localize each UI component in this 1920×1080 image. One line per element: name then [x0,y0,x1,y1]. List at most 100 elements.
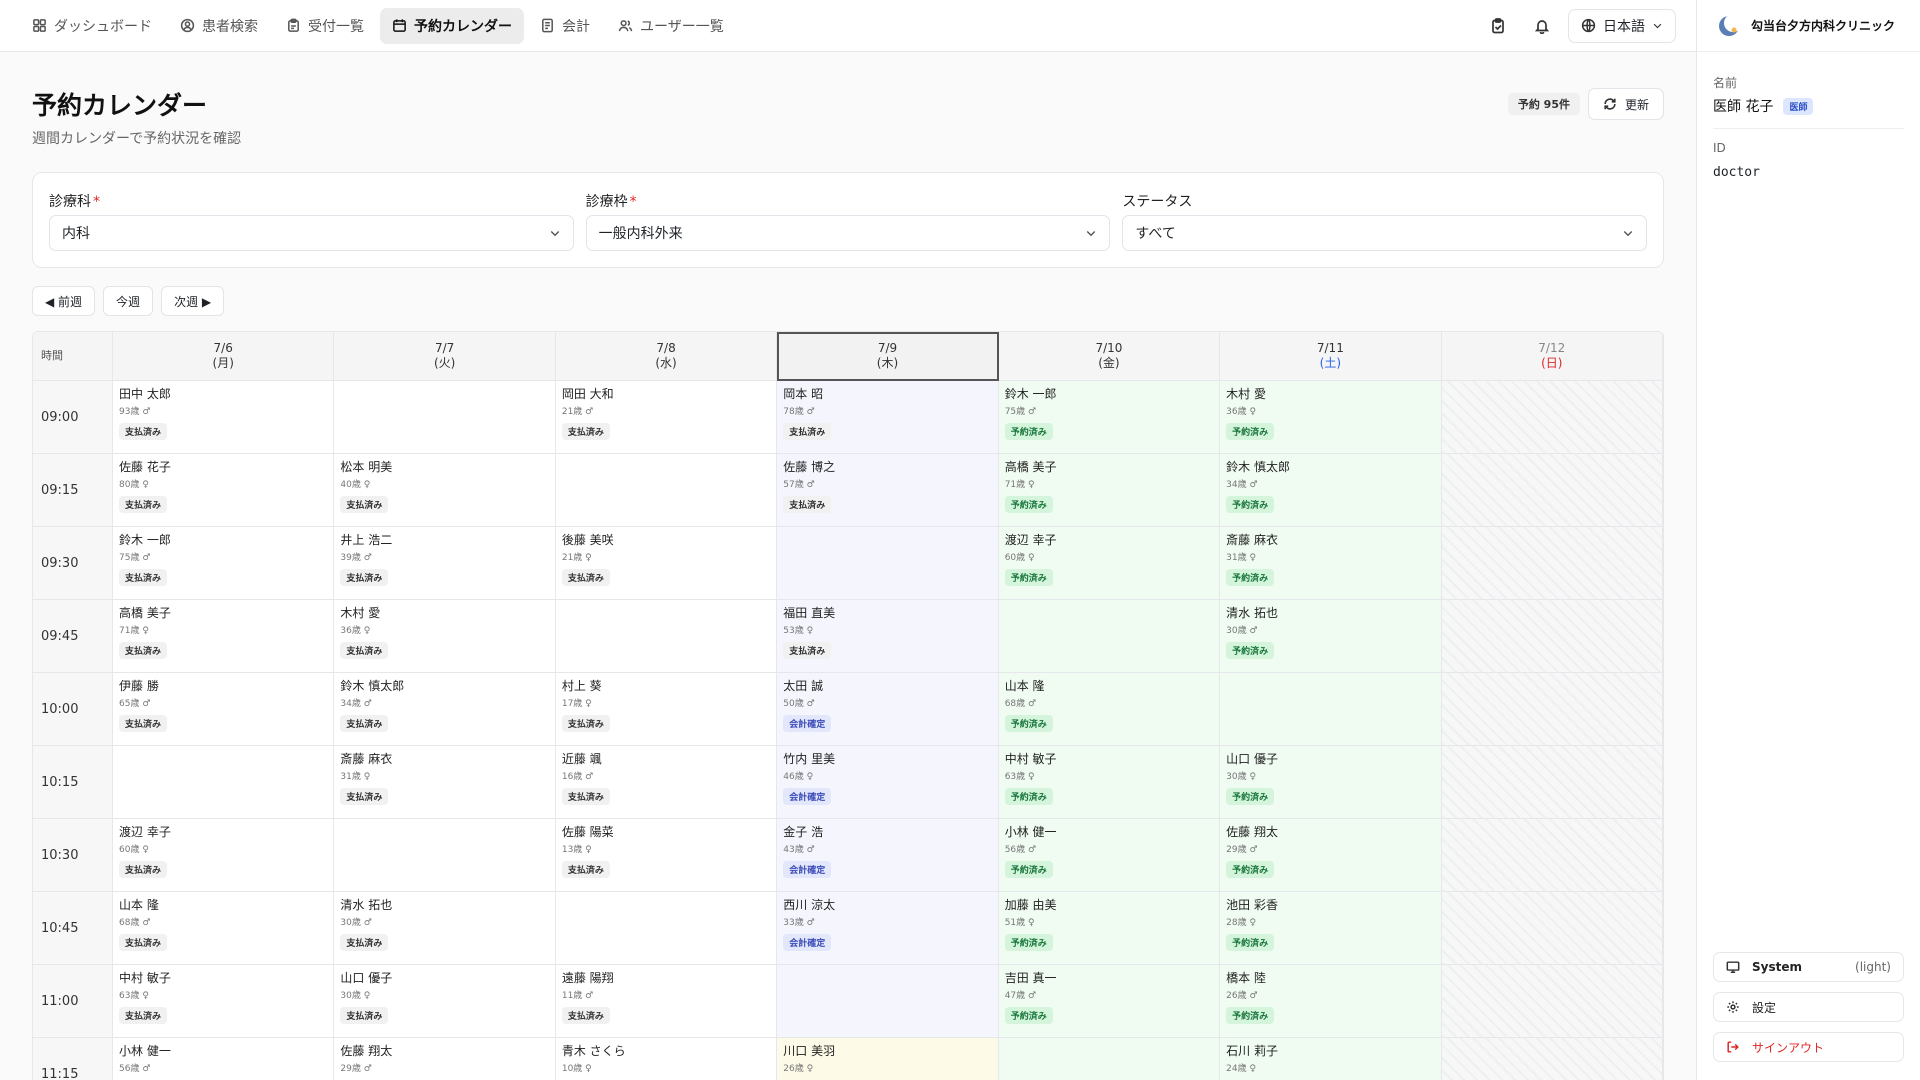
appointment-cell[interactable]: 加藤 由美 51歳 ♀ 予約済み [998,892,1221,965]
language-selector[interactable]: 日本語 [1568,8,1676,43]
appointment-cell[interactable]: 西川 涼太 33歳 ♂ 会計確定 [777,892,999,965]
empty-slot[interactable] [1441,892,1663,965]
tasks-button[interactable] [1480,8,1516,44]
empty-slot[interactable] [555,892,778,965]
appointment-cell[interactable]: 木村 愛 36歳 ♀ 予約済み [1220,381,1442,454]
patient-name: 鈴木 慎太郎 [340,679,405,693]
appointment-cell[interactable]: 太田 誠 50歳 ♂ 会計確定 [777,673,999,746]
nav-patient-search[interactable]: 患者検索 [168,8,270,44]
empty-slot[interactable] [555,454,778,527]
appointment-cell[interactable]: 石川 莉子24歳 ♀予約済み [1220,1038,1442,1080]
nav-reception[interactable]: 受付一覧 [274,8,376,44]
appointment-cell[interactable]: 岡田 大和 21歳 ♂ 支払済み [555,381,778,454]
day-date: 7/10 [1095,341,1123,355]
appointment-cell[interactable]: 鈴木 慎太郎 34歳 ♂ 予約済み [1220,454,1442,527]
appointment-cell[interactable]: 佐藤 翔太 29歳 ♂ 予約済み [1220,819,1442,892]
theme-toggle-button[interactable]: System (light) [1713,952,1904,982]
appointment-cell[interactable]: 伊藤 勝 65歳 ♂ 支払済み [113,673,335,746]
appointment-cell[interactable]: 小林 健一56歳 ♂支払済み [113,1038,335,1080]
empty-slot[interactable] [1441,454,1663,527]
appointment-cell[interactable]: 山口 優子 30歳 ♀ 支払済み [334,965,556,1038]
settings-button[interactable]: 設定 [1713,992,1904,1022]
this-week-button[interactable]: 今週 [103,286,154,316]
department-select[interactable]: 内科 [49,215,574,251]
appointment-cell[interactable]: 佐藤 翔太29歳 ♂支払済み [334,1038,556,1080]
empty-slot[interactable] [1441,673,1663,746]
nav-users[interactable]: ユーザー一覧 [606,8,736,44]
appointment-cell[interactable]: 鈴木 慎太郎 34歳 ♂ 支払済み [334,673,556,746]
empty-slot[interactable] [1441,381,1663,454]
status-badge: 支払済み [340,715,389,732]
appointment-cell[interactable]: 清水 拓也 30歳 ♂ 予約済み [1220,600,1442,673]
appointment-cell[interactable]: 井上 浩二 39歳 ♂ 支払済み [334,527,556,600]
appointment-cell[interactable]: 佐藤 博之 57歳 ♂ 支払済み [777,454,999,527]
patient-name: 村上 葵 [561,679,602,693]
patient-age-sex: 33歳 ♂ [783,918,815,928]
appointment-cell[interactable]: 金子 浩 43歳 ♂ 会計確定 [777,819,999,892]
empty-slot[interactable] [777,527,999,600]
appointment-cell[interactable]: 後藤 美咲 21歳 ♀ 支払済み [555,527,778,600]
nav-calendar[interactable]: 予約カレンダー [380,7,524,44]
empty-slot[interactable] [113,746,335,819]
empty-slot[interactable] [777,965,999,1038]
appointment-cell[interactable]: 鈴木 一郎 75歳 ♂ 予約済み [998,381,1221,454]
appointment-cell[interactable]: 山口 優子 30歳 ♀ 予約済み [1220,746,1442,819]
appointment-cell[interactable]: 斎藤 麻衣 31歳 ♀ 支払済み [334,746,556,819]
appointment-cell[interactable]: 佐藤 花子 80歳 ♀ 支払済み [113,454,335,527]
empty-slot[interactable] [334,819,556,892]
empty-slot[interactable] [555,600,778,673]
appointment-cell[interactable]: 遠藤 陽翔 11歳 ♂ 支払済み [555,965,778,1038]
appointment-cell[interactable]: 田中 太郎 93歳 ♂ 支払済み [113,381,335,454]
appointment-cell[interactable]: 鈴木 一郎 75歳 ♂ 支払済み [113,527,335,600]
appointment-cell[interactable]: 近藤 颯 16歳 ♂ 支払済み [555,746,778,819]
status-badge: 会計確定 [783,934,832,951]
patient-name: 青木 さくら [561,1044,626,1058]
appointment-cell[interactable]: 渡辺 幸子 60歳 ♀ 予約済み [998,527,1221,600]
appointment-cell[interactable]: 岡本 昭 78歳 ♂ 支払済み [777,381,999,454]
empty-slot[interactable] [1441,965,1663,1038]
user-info: 名前 医師 花子 医師 ID doctor [1697,74,1920,180]
empty-slot[interactable] [998,1038,1221,1080]
signout-button[interactable]: サインアウト [1713,1032,1904,1062]
empty-slot[interactable] [1441,600,1663,673]
settings-label: 設定 [1752,1000,1777,1015]
status-badge: 予約済み [1004,788,1053,805]
notifications-button[interactable] [1524,8,1560,44]
appointment-cell[interactable]: 福田 直美 53歳 ♀ 支払済み [777,600,999,673]
appointment-cell[interactable]: 橋本 陸 26歳 ♂ 予約済み [1220,965,1442,1038]
required-mark: * [93,194,100,210]
empty-slot[interactable] [998,600,1221,673]
appointment-cell[interactable]: 山本 隆 68歳 ♂ 予約済み [998,673,1221,746]
nav-dashboard[interactable]: ダッシュボード [20,8,164,44]
appointment-cell[interactable]: 木村 愛 36歳 ♀ 支払済み [334,600,556,673]
appointment-cell[interactable]: 青木 さくら10歳 ♀支払済み [556,1038,778,1080]
appointment-cell[interactable]: 渡辺 幸子 60歳 ♀ 支払済み [113,819,335,892]
prev-week-button[interactable]: ◀ 前週 [32,286,96,316]
appointment-cell[interactable]: 池田 彩香 28歳 ♀ 予約済み [1220,892,1442,965]
appointment-cell[interactable]: 佐藤 陽菜 13歳 ♀ 支払済み [555,819,778,892]
appointment-cell[interactable]: 高橋 美子 71歳 ♀ 予約済み [998,454,1221,527]
status-select[interactable]: すべて [1122,215,1648,251]
appointment-cell[interactable]: 清水 拓也 30歳 ♂ 支払済み [334,892,556,965]
appointment-cell[interactable]: 中村 敏子 63歳 ♀ 支払済み [113,965,335,1038]
appointment-cell[interactable]: 小林 健一 56歳 ♂ 予約済み [998,819,1221,892]
nav-billing[interactable]: 会計 [528,8,602,44]
appointment-cell[interactable]: 吉田 真一 47歳 ♂ 予約済み [998,965,1221,1038]
appointment-cell[interactable]: 高橋 美子 71歳 ♀ 支払済み [113,600,335,673]
appointment-cell[interactable]: 松本 明美 40歳 ♀ 支払済み [334,454,556,527]
appointment-cell[interactable]: 川口 美羽26歳 ♀診察待ち [777,1038,999,1080]
refresh-button[interactable]: 更新 [1587,88,1664,120]
next-week-button[interactable]: 次週 ▶ [161,286,225,316]
empty-slot[interactable] [334,381,556,454]
empty-slot[interactable] [1441,1038,1663,1080]
slot-select[interactable]: 一般内科外来 [585,215,1111,251]
empty-slot[interactable] [1441,527,1663,600]
appointment-cell[interactable]: 村上 葵 17歳 ♀ 支払済み [555,673,778,746]
empty-slot[interactable] [1441,819,1663,892]
appointment-cell[interactable]: 中村 敏子 63歳 ♀ 予約済み [998,746,1221,819]
empty-slot[interactable] [1441,746,1663,819]
empty-slot[interactable] [1220,673,1442,746]
appointment-cell[interactable]: 斎藤 麻衣 31歳 ♀ 予約済み [1220,527,1442,600]
appointment-cell[interactable]: 竹内 里美 46歳 ♀ 会計確定 [777,746,999,819]
appointment-cell[interactable]: 山本 隆 68歳 ♂ 支払済み [113,892,335,965]
